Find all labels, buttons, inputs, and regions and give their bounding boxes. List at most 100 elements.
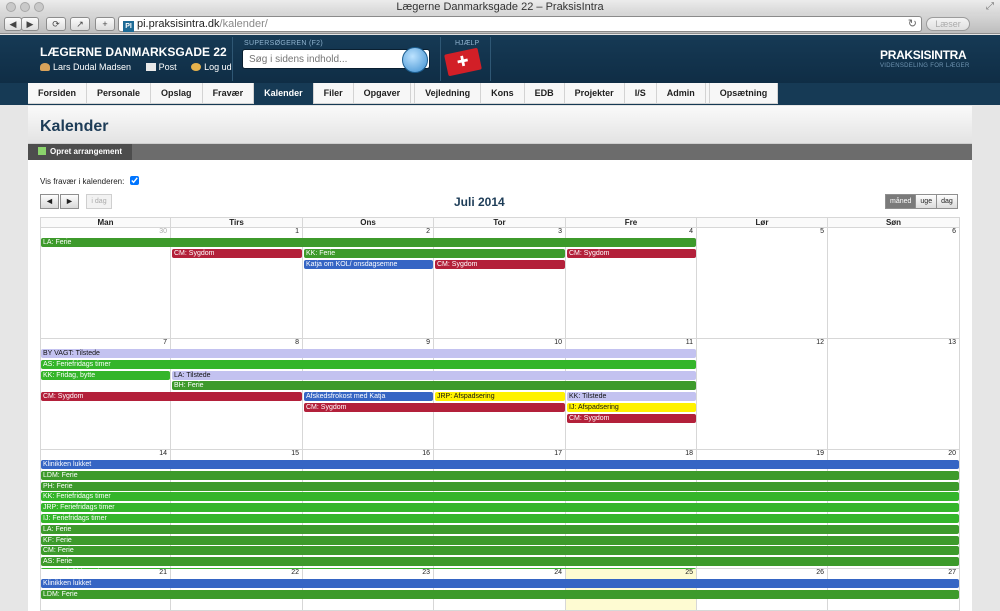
day-number[interactable]: 3	[558, 228, 562, 235]
tab-opslag[interactable]: Opslag	[151, 83, 203, 104]
calendar-event[interactable]: Katja om KOL/ onsdagsemne	[304, 259, 433, 269]
calendar-event[interactable]: CM: Ferie	[41, 546, 959, 556]
day-number[interactable]: 25	[685, 569, 693, 576]
address-bar[interactable]: PI pi.praksisintra.dk/kalender/ ↻	[118, 16, 922, 32]
day-number[interactable]: 21	[159, 569, 167, 576]
day-number[interactable]: 13	[948, 339, 956, 346]
calendar-event[interactable]: CM: Sygdom	[304, 403, 565, 412]
day-number[interactable]: 26	[816, 569, 824, 576]
calendar-event[interactable]: BH: Ferie	[172, 381, 696, 391]
view-2-button[interactable]: dag	[936, 194, 958, 209]
tab-filer[interactable]: Filer	[314, 83, 354, 104]
calendar-event[interactable]: CM: Sygdom	[567, 248, 696, 258]
tab-admin[interactable]: Admin	[657, 83, 706, 104]
post-link[interactable]: Post	[145, 62, 183, 72]
forward-button[interactable]: ▶	[21, 17, 39, 31]
calendar-event[interactable]: KK: Ferie	[304, 248, 565, 258]
calendar-event[interactable]: LDM: Ferie	[41, 589, 959, 599]
calendar-event[interactable]: CM: Sygdom	[172, 248, 302, 258]
calendar-event[interactable]: LDM: Ferie	[41, 470, 959, 480]
calendar-event[interactable]: KK: Feriefridags timer	[41, 492, 959, 502]
view-0-button[interactable]: måned	[885, 194, 917, 209]
day-number[interactable]: 2	[426, 228, 430, 235]
share-icon[interactable]: ↗	[70, 17, 90, 31]
day-number[interactable]: 12	[816, 339, 824, 346]
day-number[interactable]: 10	[554, 339, 562, 346]
tab-personale[interactable]: Personale	[87, 83, 152, 104]
logout-link[interactable]: Log ud	[191, 62, 238, 72]
day-number[interactable]: 27	[948, 569, 956, 576]
day-number[interactable]: 5	[820, 228, 824, 235]
day-number[interactable]: 9	[426, 339, 430, 346]
reader-button[interactable]: Læser	[926, 17, 970, 31]
calendar-event[interactable]: CM: Sygdom	[435, 259, 565, 269]
tab-kalender[interactable]: Kalender	[254, 83, 314, 104]
tab-projekter[interactable]: Projekter	[565, 83, 625, 104]
day-cell[interactable]: 6	[828, 228, 960, 339]
today-button[interactable]: i dag	[86, 194, 112, 209]
search-icon[interactable]	[402, 47, 428, 73]
day-number[interactable]: 11	[686, 339, 693, 346]
day-number[interactable]: 4	[689, 228, 693, 235]
create-event-button[interactable]: Opret arrangement	[28, 144, 133, 160]
day-number[interactable]: 20	[948, 450, 956, 457]
calendar-event[interactable]: JRP: Afspadsering	[435, 392, 565, 402]
day-number[interactable]: 15	[291, 450, 299, 457]
calendar-event[interactable]: PH: Ferie	[41, 481, 959, 491]
day-number[interactable]: 19	[816, 450, 824, 457]
tab-kons[interactable]: Kons	[481, 83, 525, 104]
tab-vejledning[interactable]: Vejledning	[414, 83, 482, 104]
day-number[interactable]: 14	[159, 450, 167, 457]
user-link[interactable]: Lars Dudal Madsen	[40, 62, 137, 72]
day-number[interactable]: 8	[295, 339, 299, 346]
day-cell[interactable]: 13	[828, 339, 960, 450]
minimize-window-button[interactable]	[20, 2, 30, 12]
day-number[interactable]: 30	[159, 228, 167, 235]
tab-opgaver[interactable]: Opgaver	[354, 83, 412, 104]
calendar-event[interactable]: KF: Ferie	[41, 535, 959, 545]
day-cell[interactable]: 12	[697, 339, 828, 450]
zoom-window-button[interactable]	[34, 2, 44, 12]
calendar-event[interactable]: CM: Sygdom	[567, 413, 696, 423]
calendar-event[interactable]: Klinikken lukket	[41, 579, 959, 588]
day-number[interactable]: 16	[422, 450, 430, 457]
back-button[interactable]: ◀	[4, 17, 22, 31]
calendar-event[interactable]: Afskedsfrokost med Katja	[304, 392, 433, 402]
calendar-event[interactable]: JRP: Feriefridags timer	[41, 503, 959, 513]
tab-forsiden[interactable]: Forsiden	[28, 83, 88, 104]
reload-icon[interactable]: ↻	[908, 17, 917, 31]
calendar-event[interactable]: LA: Ferie	[41, 238, 696, 247]
previous-month-button[interactable]: ◄	[40, 194, 59, 209]
calendar-event[interactable]: Klinikken lukket	[41, 460, 959, 469]
calendar-event[interactable]: LA: Ferie	[41, 524, 959, 534]
tab-opsætning[interactable]: Opsætning	[708, 83, 779, 104]
day-number[interactable]: 24	[554, 569, 562, 576]
calendar-event[interactable]: BY VAGT: Tilstede	[41, 349, 696, 358]
calendar-event[interactable]: CM: Sygdom	[41, 392, 302, 402]
day-number[interactable]: 17	[554, 450, 562, 457]
fullscreen-icon[interactable]: ⤢	[986, 0, 994, 14]
day-cell[interactable]: 5	[697, 228, 828, 339]
tab-fravær[interactable]: Fravær	[203, 83, 255, 104]
show-absence-checkbox[interactable]	[129, 176, 139, 185]
day-number[interactable]: 6	[952, 228, 956, 235]
history-icon[interactable]: ⟳	[46, 17, 66, 31]
view-1-button[interactable]: uge	[915, 194, 938, 209]
calendar-event[interactable]: AS: Feriefridags timer	[41, 359, 696, 369]
new-tab-button[interactable]: +	[95, 17, 115, 31]
close-window-button[interactable]	[6, 2, 16, 12]
tab-edb[interactable]: EDB	[525, 83, 565, 104]
calendar-event[interactable]: IJ: Afspadsering	[567, 403, 696, 412]
calendar-event[interactable]: IJ: Feriefridags timer	[41, 514, 959, 523]
day-number[interactable]: 23	[422, 569, 430, 576]
day-number[interactable]: 22	[291, 569, 299, 576]
day-number[interactable]: 18	[685, 450, 693, 457]
next-month-button[interactable]: ►	[60, 194, 79, 209]
day-number[interactable]: 1	[295, 228, 299, 235]
calendar-event[interactable]: AS: Ferie	[41, 557, 959, 567]
calendar-event[interactable]: KK: Fridag, bytte	[41, 370, 170, 380]
tab-i-s[interactable]: I/S	[625, 83, 657, 104]
calendar-event[interactable]: LA: Tilstede	[172, 370, 696, 380]
calendar-event[interactable]: KK: Tilstede	[567, 392, 696, 402]
day-number[interactable]: 7	[163, 339, 167, 346]
